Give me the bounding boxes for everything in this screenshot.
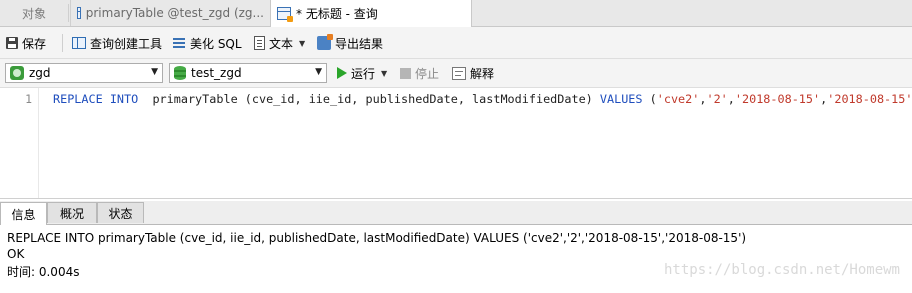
- save-label: 保存: [22, 36, 47, 51]
- database-select[interactable]: test_zgd ▼: [169, 63, 327, 83]
- beautify-sql-label: 美化 SQL: [190, 36, 242, 51]
- sql-text: ,: [727, 92, 735, 106]
- watermark: https://blog.csdn.net/Homewm: [663, 262, 900, 278]
- stop-icon: [400, 67, 411, 79]
- tab-primary-table[interactable]: primaryTable @test_zgd (zg...: [70, 0, 270, 26]
- line-number-gutter: 1: [0, 88, 39, 198]
- text-file-icon: [254, 36, 265, 50]
- connection-bar: zgd ▼ test_zgd ▼ 运行 ▼ 停止 解释: [0, 59, 912, 88]
- tab-primary-table-label: primaryTable @test_zgd (zg...: [85, 6, 264, 20]
- sql-text: primaryTable (cve_id, iie_id, publishedD…: [138, 92, 600, 106]
- sql-code-line[interactable]: REPLACE INTO primaryTable (cve_id, iie_i…: [53, 91, 912, 107]
- tab-summary-label: 概况: [59, 206, 84, 221]
- tab-objects-label: 对象: [21, 6, 46, 21]
- stop-label: 停止: [415, 66, 440, 81]
- message-status: OK: [7, 247, 25, 261]
- sql-string: '2018-08-15': [827, 92, 912, 106]
- explain-button[interactable]: 解释: [452, 62, 494, 84]
- run-button[interactable]: 运行 ▼: [337, 62, 387, 84]
- run-label: 运行: [351, 66, 376, 81]
- query-builder-label: 查询创建工具: [90, 36, 163, 51]
- beautify-icon: [172, 36, 186, 50]
- table-icon: [77, 7, 81, 19]
- database-select-value: test_zgd: [191, 66, 242, 80]
- explain-label: 解释: [470, 66, 495, 81]
- chevron-down-icon: ▼: [315, 67, 322, 77]
- message-panel: REPLACE INTO primaryTable (cve_id, iie_i…: [0, 225, 912, 293]
- tab-summary[interactable]: 概况: [47, 202, 97, 223]
- chevron-down-icon: ▼: [381, 68, 388, 78]
- chevron-down-icon: ▼: [151, 67, 158, 77]
- sql-keyword: VALUES: [599, 92, 643, 106]
- query-toolbar: 保存 查询创建工具 美化 SQL 文本 ▼ 导出结果: [0, 27, 912, 59]
- tab-bar: 对象 primaryTable @test_zgd (zg... * 无标题 -…: [0, 0, 912, 27]
- connection-select[interactable]: zgd ▼: [5, 63, 163, 83]
- query-icon: [277, 7, 293, 22]
- tab-untitled-query-label: * 无标题 - 查询: [296, 7, 378, 21]
- save-button[interactable]: 保存: [6, 32, 46, 54]
- export-results-button[interactable]: 导出结果: [317, 32, 383, 54]
- connection-select-value: zgd: [29, 66, 51, 80]
- sql-string: '2018-08-15': [734, 92, 821, 106]
- tab-message-label: 信息: [11, 207, 36, 222]
- query-builder-button[interactable]: 查询创建工具: [72, 32, 162, 54]
- sql-editor[interactable]: 1 REPLACE INTO primaryTable (cve_id, iie…: [0, 88, 912, 199]
- message-sql: REPLACE INTO primaryTable (cve_id, iie_i…: [7, 231, 747, 245]
- chevron-down-icon: ▼: [299, 38, 306, 48]
- line-number: 1: [25, 92, 32, 106]
- query-builder-icon: [72, 37, 86, 49]
- result-tab-bar: 信息 概况 状态: [0, 201, 912, 225]
- sql-keyword: REPLACE INTO: [53, 92, 139, 106]
- export-icon: [317, 34, 333, 50]
- tab-status-label: 状态: [108, 206, 133, 221]
- tab-status[interactable]: 状态: [97, 202, 144, 223]
- tab-divider: [68, 4, 69, 22]
- save-icon: [6, 37, 18, 49]
- message-time: 时间: 0.004s: [7, 265, 80, 279]
- play-icon: [337, 67, 347, 79]
- stop-button[interactable]: 停止: [400, 62, 439, 84]
- sql-string: '2': [706, 92, 728, 106]
- text-label: 文本: [269, 36, 294, 51]
- beautify-sql-button[interactable]: 美化 SQL: [172, 32, 242, 54]
- connection-icon: [10, 66, 24, 80]
- tab-objects[interactable]: 对象: [0, 0, 68, 26]
- sql-text: (: [642, 92, 657, 106]
- toolbar-divider: [62, 34, 63, 52]
- tab-message[interactable]: 信息: [0, 202, 47, 225]
- export-results-label: 导出结果: [335, 36, 384, 51]
- tab-untitled-query[interactable]: * 无标题 - 查询: [270, 0, 472, 27]
- sql-string: 'cve2': [656, 92, 700, 106]
- text-dropdown-button[interactable]: 文本 ▼: [254, 32, 305, 54]
- database-icon: [174, 66, 186, 80]
- explain-icon: [452, 66, 466, 80]
